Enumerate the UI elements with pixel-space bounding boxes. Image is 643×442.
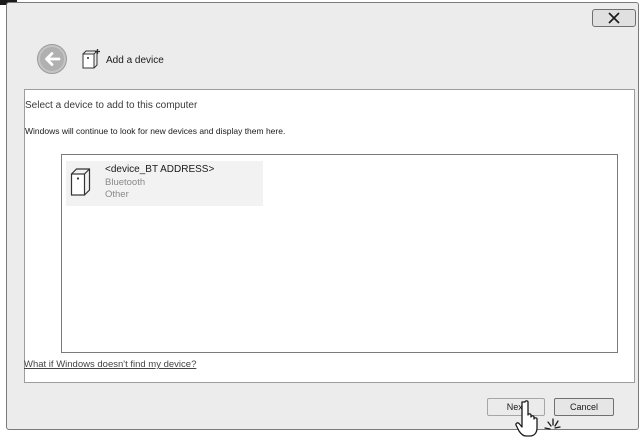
help-link[interactable]: What if Windows doesn't find my device? — [24, 359, 196, 370]
device-list-item[interactable]: <device_BT ADDRESS> Bluetooth Other — [66, 161, 263, 206]
back-button[interactable] — [36, 43, 68, 75]
add-device-icon — [80, 48, 102, 70]
device-icon — [70, 166, 92, 198]
close-button[interactable] — [592, 9, 636, 27]
device-name: <device_BT ADDRESS> — [105, 164, 215, 175]
search-info-text: Windows will continue to look for new de… — [25, 126, 286, 136]
device-category: Other — [105, 189, 129, 200]
instruction-heading: Select a device to add to this computer — [25, 100, 198, 111]
back-arrow-icon — [37, 44, 67, 74]
dialog-title: Add a device — [106, 55, 164, 66]
device-list[interactable]: <device_BT ADDRESS> Bluetooth Other — [61, 154, 618, 353]
next-button[interactable]: Next — [487, 398, 545, 416]
cancel-button[interactable]: Cancel — [554, 398, 614, 416]
close-icon — [608, 12, 620, 24]
device-type: Bluetooth — [105, 177, 146, 188]
add-device-dialog: Add a device <device_BT ADDRESS> Bluetoo… — [6, 2, 639, 437]
